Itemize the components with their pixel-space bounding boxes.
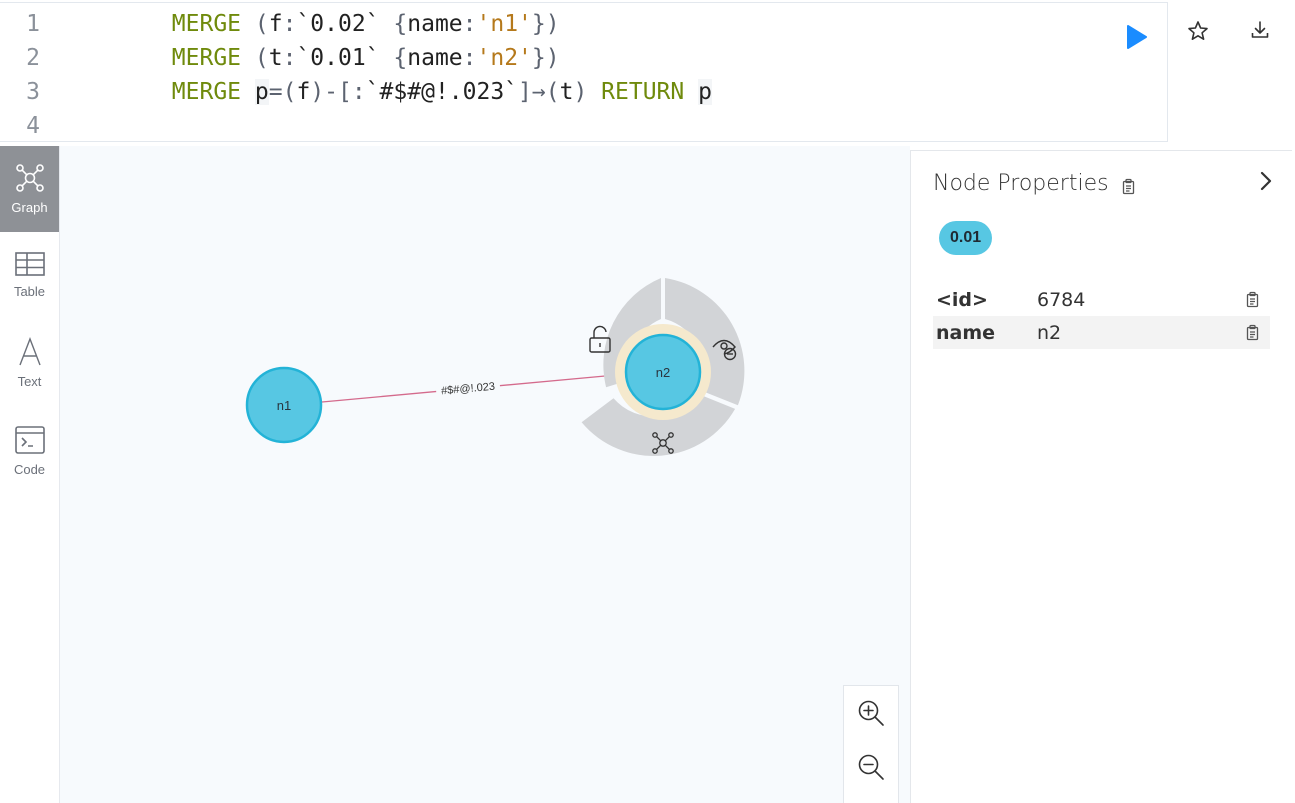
code-line-3: 3 MERGE p=(f)-[:`#$#@!.023`]→(t) RETURN … (0, 75, 712, 109)
property-key: name (936, 321, 996, 344)
punct: )-[: (310, 79, 366, 105)
line-number: 2 (26, 45, 40, 71)
node-n1[interactable]: n1 (245, 366, 323, 444)
view-sidebar: Graph Table Text Code (0, 146, 60, 803)
graph-svg: #$#@!.023 n1 n2 (245, 278, 745, 456)
node-properties-panel: Node Properties 0.01 <id> 6784 name n2 (910, 150, 1292, 803)
punct: ]→( (518, 79, 560, 105)
collapse-panel-chevron-icon[interactable] (1256, 169, 1276, 193)
sidebar-item-graph[interactable]: Graph (0, 146, 59, 232)
property-row: name n2 (933, 316, 1270, 349)
sidebar-item-label: Table (13, 284, 46, 299)
graph-canvas[interactable]: #$#@!.023 n1 n2 (60, 146, 910, 803)
line-number: 4 (26, 113, 40, 139)
zoom-in-icon[interactable] (856, 698, 886, 728)
node-label: n2 (656, 365, 670, 380)
sidebar-item-label: Text (17, 374, 42, 389)
clipboard-icon[interactable] (1121, 178, 1138, 195)
download-icon[interactable] (1249, 19, 1271, 41)
zoom-controls (843, 685, 899, 803)
zoom-out-icon[interactable] (856, 752, 886, 782)
app-root: 1 MERGE (f:`0.02` {name:'n1'}) 2 MERGE (… (0, 0, 1295, 803)
copy-clipboard-icon[interactable] (1245, 291, 1262, 308)
punct: =( (268, 79, 297, 105)
code-line-4: 4 (0, 109, 40, 143)
query-editor[interactable]: 1 MERGE (f:`0.02` {name:'n1'}) 2 MERGE (… (0, 2, 1168, 142)
sidebar-item-text[interactable]: Text (0, 320, 59, 406)
variable: p (698, 79, 712, 105)
panel-title: Node Properties (933, 171, 1109, 196)
code-icon (14, 426, 45, 454)
variable: p (254, 79, 269, 105)
graph-icon (15, 164, 44, 192)
punct: ) (573, 79, 588, 105)
sidebar-item-label: Graph (11, 200, 48, 215)
table-icon (14, 252, 45, 276)
node-label: n1 (277, 398, 291, 413)
property-row: <id> 6784 (933, 283, 1270, 316)
line-number: 3 (26, 79, 40, 105)
line-number: 1 (26, 11, 40, 37)
keyword: RETURN (601, 79, 685, 105)
text-icon (18, 337, 41, 366)
variable: f (296, 79, 311, 105)
property-key: <id> (936, 288, 988, 311)
keyword: MERGE (171, 79, 242, 105)
sidebar-item-code[interactable]: Code (0, 408, 59, 494)
node-n2-radial-menu: n2 (581, 278, 745, 456)
variable: t (559, 79, 574, 105)
sidebar-item-table[interactable]: Table (0, 234, 59, 320)
relationship-literal: `#$#@!.023` (365, 79, 519, 105)
copy-clipboard-icon[interactable] (1245, 324, 1262, 341)
node-label-badge[interactable]: 0.01 (939, 221, 993, 255)
sidebar-item-label: Code (13, 462, 46, 477)
property-value: 6784 (1037, 288, 1086, 311)
favorite-star-icon[interactable] (1187, 20, 1209, 42)
property-value: n2 (1037, 321, 1062, 344)
run-query-button[interactable] (1122, 23, 1150, 51)
